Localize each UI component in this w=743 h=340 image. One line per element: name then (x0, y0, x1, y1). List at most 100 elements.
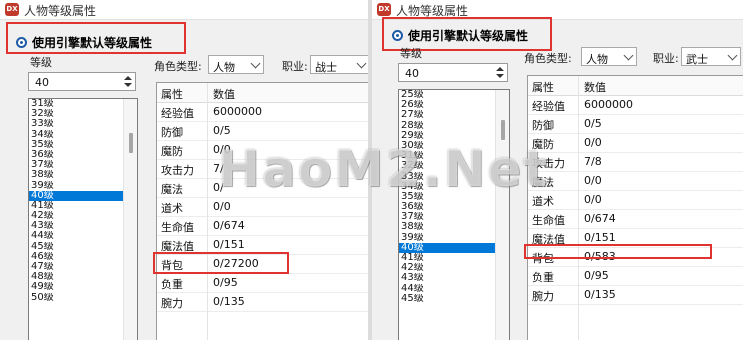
list-item[interactable]: 47级 (29, 262, 137, 272)
list-item[interactable]: 44级 (399, 284, 509, 294)
list-scrollbar[interactable] (123, 99, 137, 340)
list-item[interactable]: 40级 (399, 242, 509, 253)
list-item[interactable]: 44级 (29, 231, 137, 241)
role-type-select[interactable]: 人物 (208, 55, 264, 74)
level-spinbox[interactable]: 40 (28, 72, 136, 91)
list-item[interactable]: 49级 (29, 282, 137, 292)
spin-arrows-icon[interactable] (496, 65, 504, 80)
list-item[interactable]: 48级 (29, 272, 137, 282)
table-row[interactable]: 魔防 0/0 (528, 133, 743, 153)
list-item[interactable]: 37级 (29, 160, 137, 170)
grid-header: 属性 数值 (157, 83, 368, 103)
list-scrollbar[interactable] (495, 90, 509, 340)
spin-arrows-icon[interactable] (124, 74, 132, 89)
value-cell[interactable]: 0/5 (584, 117, 602, 130)
list-item[interactable]: 38级 (399, 222, 509, 232)
list-item[interactable]: 37级 (399, 212, 509, 222)
table-row[interactable]: 生命值 0/674 (157, 216, 368, 236)
header-attr[interactable]: 属性 (532, 79, 554, 95)
scrollbar-thumb[interactable] (129, 133, 133, 153)
table-row[interactable]: 魔法 0/0 (528, 171, 743, 191)
list-item[interactable]: 32级 (29, 109, 137, 119)
value-cell[interactable]: 7/8 (584, 155, 602, 168)
role-type-select[interactable]: 人物 (581, 47, 637, 66)
list-item[interactable]: 25级 (399, 90, 509, 100)
level-list[interactable]: 25级 26级 27级 28级 29级 30级 31级 32级 33级 34级 35级 36级 37级 3… (398, 89, 510, 340)
list-item[interactable]: 40级 (29, 190, 137, 201)
value-cell[interactable]: 0/135 (213, 295, 245, 308)
value-cell[interactable]: 0/151 (584, 231, 616, 244)
list-item[interactable]: 33级 (399, 172, 509, 182)
value-cell[interactable]: 0/135 (584, 288, 616, 301)
value-cell[interactable]: 0/95 (584, 269, 609, 282)
list-item[interactable]: 33级 (29, 119, 137, 129)
list-item[interactable]: 34级 (399, 182, 509, 192)
list-item[interactable]: 46级 (29, 252, 137, 262)
job-select[interactable]: 武士 (681, 47, 741, 66)
level-spinbox[interactable]: 40 (398, 63, 508, 82)
scrollbar-thumb[interactable] (501, 120, 505, 140)
list-item[interactable]: 43级 (29, 221, 137, 231)
list-item[interactable]: 35级 (399, 192, 509, 202)
table-row[interactable]: 腕力 0/135 (528, 285, 743, 305)
attribute-grid[interactable]: 属性 数值 经验值 6000000 防御 0/5 魔防 0/0 攻击力 7/8 魔法 0/0 道术 0… (527, 75, 743, 340)
list-item[interactable]: 41级 (399, 253, 509, 263)
header-attr[interactable]: 属性 (161, 86, 183, 102)
table-row[interactable]: 防御 0/5 (157, 121, 368, 141)
value-cell[interactable]: 0/ (213, 181, 224, 194)
list-item[interactable]: 28级 (399, 121, 509, 131)
header-value[interactable]: 数值 (584, 79, 606, 95)
level-list[interactable]: 31级 32级 33级 34级 35级 36级 37级 38级 39级 40级 41级 42级 43级 4… (28, 98, 138, 340)
list-item[interactable]: 45级 (399, 294, 509, 304)
list-item[interactable]: 32级 (399, 161, 509, 171)
list-item[interactable]: 41级 (29, 201, 137, 211)
list-item[interactable]: 31级 (29, 99, 137, 109)
table-row[interactable]: 生命值 0/674 (528, 209, 743, 229)
table-row[interactable]: 防御 0/5 (528, 114, 743, 134)
list-item[interactable]: 42级 (29, 211, 137, 221)
table-row[interactable]: 道术 0/0 (157, 197, 368, 217)
table-row[interactable]: 魔法 0/ (157, 178, 368, 198)
value-cell[interactable]: 6000000 (584, 98, 633, 111)
list-item[interactable]: 30级 (399, 141, 509, 151)
value-cell[interactable]: 0/0 (213, 200, 231, 213)
list-item[interactable]: 50级 (29, 293, 137, 303)
value-cell[interactable]: 0/674 (213, 219, 245, 232)
list-item[interactable]: 42级 (399, 263, 509, 273)
value-cell[interactable]: 0/0 (584, 174, 602, 187)
list-item[interactable]: 31级 (399, 151, 509, 161)
list-item[interactable]: 36级 (399, 202, 509, 212)
list-item[interactable]: 27级 (399, 110, 509, 120)
table-row[interactable]: 道术 0/0 (528, 190, 743, 210)
table-row[interactable]: 负重 0/95 (528, 266, 743, 286)
list-item[interactable]: 36级 (29, 150, 137, 160)
value-cell[interactable]: 7/ (213, 162, 224, 175)
table-row[interactable]: 经验值 6000000 (157, 102, 368, 122)
value-cell[interactable]: 0/5 (213, 124, 231, 137)
value-cell[interactable]: 0/0 (584, 193, 602, 206)
list-item[interactable]: 39级 (399, 233, 509, 243)
value-cell[interactable]: 0/0 (213, 143, 231, 156)
value-cell[interactable]: 0/674 (584, 212, 616, 225)
list-item[interactable]: 45级 (29, 242, 137, 252)
table-row[interactable]: 负重 0/95 (157, 273, 368, 293)
value-cell[interactable]: 6000000 (213, 105, 262, 118)
list-item[interactable]: 39级 (29, 181, 137, 191)
list-item[interactable]: 35级 (29, 140, 137, 150)
table-row[interactable]: 攻击力 7/8 (528, 152, 743, 172)
list-item[interactable]: 29级 (399, 131, 509, 141)
table-row[interactable]: 经验值 6000000 (528, 95, 743, 115)
list-item[interactable]: 38级 (29, 170, 137, 180)
header-value[interactable]: 数值 (213, 86, 235, 102)
table-row[interactable]: 腕力 0/135 (157, 292, 368, 312)
list-item[interactable]: 43级 (399, 273, 509, 283)
table-row[interactable]: 魔防 0/0 (157, 140, 368, 160)
job-select[interactable]: 战士 (310, 55, 368, 74)
attribute-grid[interactable]: 属性 数值 经验值 6000000 防御 0/5 魔防 0/0 攻击力 7/魔法 0/道术 0/0… (156, 82, 368, 340)
value-cell[interactable]: 0/0 (584, 136, 602, 149)
value-cell[interactable]: 0/151 (213, 238, 245, 251)
list-item[interactable]: 26级 (399, 100, 509, 110)
list-item[interactable]: 34级 (29, 130, 137, 140)
value-cell[interactable]: 0/95 (213, 276, 238, 289)
table-row[interactable]: 攻击力 7/ (157, 159, 368, 179)
